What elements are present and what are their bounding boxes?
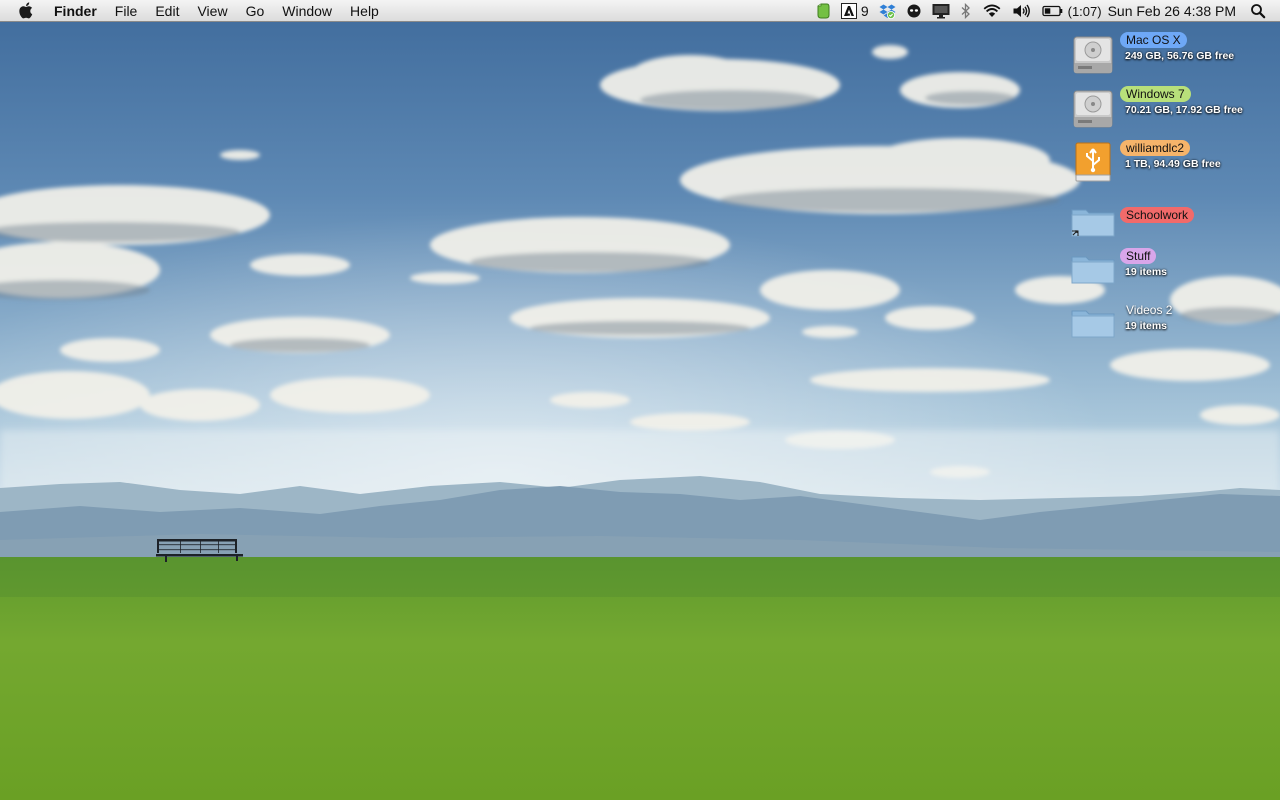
adobe-update-count: 9 — [860, 3, 869, 19]
desktop-icon-info: 249 GB, 56.76 GB free — [1125, 50, 1235, 62]
folder-alias-icon — [1071, 209, 1115, 237]
hard-drive-icon — [1073, 90, 1113, 128]
wifi-icon[interactable] — [982, 0, 1002, 22]
desktop-icon-label: Stuff — [1120, 248, 1157, 264]
desktop-icon-label: Videos 2 — [1126, 303, 1173, 317]
desktop-icon-schoolwork[interactable]: Schoolwork — [1070, 202, 1270, 250]
menu-file[interactable]: File — [106, 0, 147, 22]
menu-clock[interactable]: Sun Feb 26 4:38 PM — [1108, 3, 1236, 19]
menu-app-finder[interactable]: Finder — [54, 0, 106, 22]
hard-drive-icon — [1073, 36, 1113, 74]
bluetooth-icon[interactable] — [960, 0, 972, 22]
evernote-icon[interactable] — [815, 0, 831, 22]
desktop-icon-windows-7[interactable]: Windows 7 70.21 GB, 17.92 GB free — [1070, 86, 1270, 135]
usb-drive-icon — [1075, 142, 1111, 182]
battery-status[interactable]: (1:07) — [1041, 0, 1102, 22]
display-mirroring-icon[interactable] — [932, 0, 950, 22]
desktop-icon-label: williamdlc2 — [1120, 140, 1191, 156]
apple-logo-icon[interactable] — [18, 2, 38, 19]
volume-icon[interactable] — [1012, 0, 1032, 22]
menu-help[interactable]: Help — [341, 0, 388, 22]
battery-time: (1:07) — [1067, 3, 1102, 19]
menu-bar: Finder File Edit View Go Window Help 9 (… — [0, 0, 1280, 22]
battery-icon — [1041, 5, 1062, 17]
desktop-icon-label: Windows 7 — [1120, 86, 1191, 102]
grass-horizon-shade — [0, 557, 1280, 597]
spotlight-search-icon[interactable] — [1250, 0, 1266, 22]
desktop-icon-videos-2[interactable]: Videos 2 19 items — [1070, 303, 1270, 351]
desktop-icon-mac-os-x[interactable]: Mac OS X 249 GB, 56.76 GB free — [1070, 32, 1270, 81]
folder-icon — [1071, 310, 1115, 338]
desktop-icon-info: 1 TB, 94.49 GB free — [1125, 158, 1221, 170]
desktop-icon-info: 19 items — [1125, 266, 1168, 278]
menu-view[interactable]: View — [188, 0, 236, 22]
desktop-icon-label: Mac OS X — [1120, 32, 1187, 48]
menu-window[interactable]: Window — [273, 0, 341, 22]
menu-edit[interactable]: Edit — [146, 0, 188, 22]
desktop-icon-stuff[interactable]: Stuff 19 items — [1070, 248, 1270, 297]
menu-go[interactable]: Go — [237, 0, 274, 22]
desktop-icon-info: 19 items — [1125, 320, 1168, 332]
desktop-icon-williamdlc2[interactable]: williamdlc2 1 TB, 94.49 GB free — [1070, 140, 1270, 189]
desktop-icon-label: Schoolwork — [1120, 207, 1195, 223]
adobe-updater-icon[interactable] — [840, 0, 857, 22]
folder-icon — [1071, 256, 1115, 284]
dropbox-icon[interactable] — [879, 0, 896, 22]
desktop-icon-info: 70.21 GB, 17.92 GB free — [1125, 104, 1243, 116]
alien-app-icon[interactable] — [906, 0, 922, 22]
